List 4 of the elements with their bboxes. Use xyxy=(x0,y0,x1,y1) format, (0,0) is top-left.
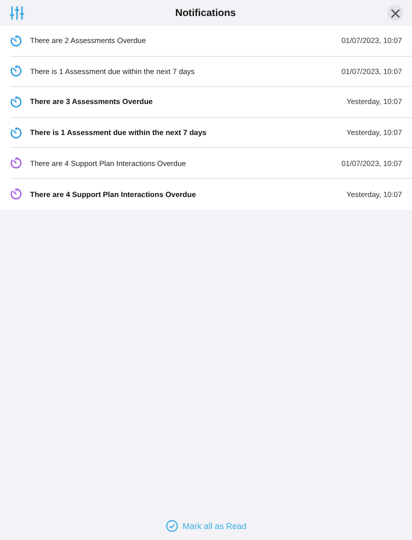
close-icon xyxy=(390,8,400,18)
check-circle-icon xyxy=(166,520,178,532)
close-button[interactable] xyxy=(387,5,403,21)
window-title: Notifications xyxy=(174,8,237,18)
